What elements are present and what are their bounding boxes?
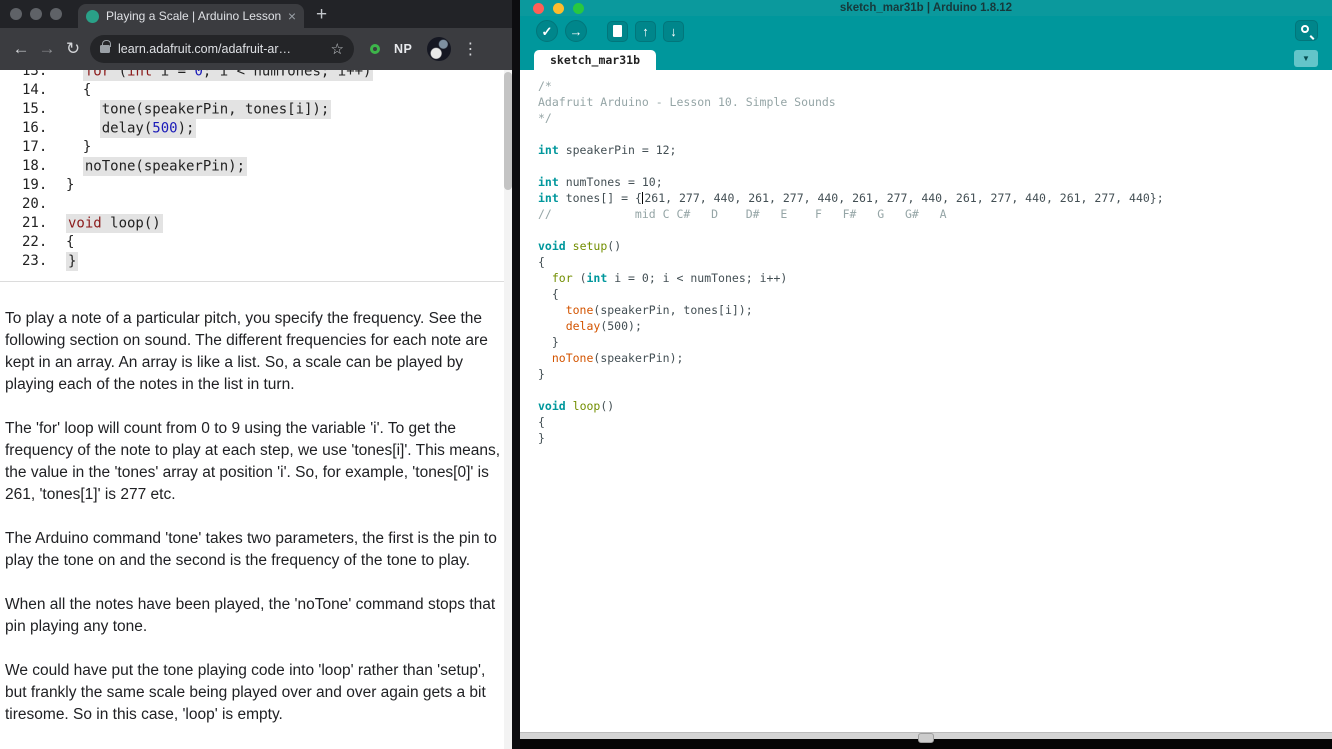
code-editor[interactable]: /* Adafruit Arduino - Lesson 10. Simple S…	[520, 70, 1332, 732]
line-number: 21.	[22, 215, 48, 231]
article-paragraph: We could have put the tone playing code …	[5, 662, 486, 723]
console-divider[interactable]	[520, 732, 1332, 743]
line-number: 20.	[22, 196, 48, 212]
editor-line[interactable]: */	[538, 110, 1332, 126]
arduino-ide-window: sketch_mar31b | Arduino 1.8.12 ✓ → ↑ ↓ s…	[520, 0, 1332, 749]
tab-favicon-icon	[86, 9, 99, 23]
article-code-line: 23.}	[22, 251, 79, 271]
editor-line[interactable]: {	[538, 254, 1332, 270]
extension-np-badge[interactable]: NP	[394, 42, 412, 56]
window-controls	[10, 8, 62, 20]
article-paragraph: The 'for' loop will count from 0 to 9 us…	[5, 420, 501, 503]
window-title: sketch_mar31b | Arduino 1.8.12	[839, 2, 1013, 14]
browser-tab[interactable]: Playing a Scale | Arduino Lesson ×	[78, 4, 304, 28]
zoom-window-button[interactable]	[50, 8, 62, 20]
bookmark-star-icon[interactable]: ☆	[331, 40, 344, 58]
editor-line[interactable]: {	[538, 286, 1332, 302]
open-sketch-button[interactable]: ↑	[635, 20, 656, 42]
editor-line[interactable]	[538, 158, 1332, 174]
editor-line[interactable]: for (int i = 0; i < numTones; i++)	[538, 270, 1332, 286]
article-code-line: 21. void loop()	[22, 213, 163, 233]
article-code-line: 13. for (int i = 0; i < numTones; i++)	[0, 70, 512, 81]
editor-line[interactable]: }	[538, 334, 1332, 350]
editor-line[interactable]: int tones[] = {261, 277, 440, 261, 277, …	[538, 190, 1332, 206]
address-bar[interactable]: learn.adafruit.com/adafruit-ar… ☆	[90, 35, 354, 63]
editor-line[interactable]: }	[538, 430, 1332, 446]
editor-line[interactable]: delay(500);	[538, 318, 1332, 334]
tab-title: Playing a Scale | Arduino Lesson	[106, 9, 282, 23]
document-icon	[613, 25, 622, 37]
lock-icon	[100, 40, 111, 53]
reload-button[interactable]: ↻	[60, 39, 86, 59]
upload-button[interactable]: →	[565, 20, 587, 42]
browser-menu-button[interactable]: ⋮	[462, 39, 478, 59]
line-number: 15.	[22, 101, 48, 117]
browser-toolbar: ← → ↻ learn.adafruit.com/adafruit-ar… ☆ …	[0, 28, 512, 70]
editor-line[interactable]: // mid C C# D D# E F F# G G# A	[538, 206, 1332, 222]
editor-line[interactable]: tone(speakerPin, tones[i]);	[538, 302, 1332, 318]
ide-tab-bar: sketch_mar31b ▼	[520, 46, 1332, 70]
new-sketch-button[interactable]	[607, 20, 628, 42]
article-paragraph: To play a note of a particular pitch, yo…	[5, 310, 488, 393]
back-button[interactable]: ←	[8, 39, 34, 59]
tab-close-icon[interactable]: ×	[288, 9, 296, 23]
article-code-line: 16. delay(500);	[22, 118, 197, 138]
article-code-line: 19.}	[22, 177, 75, 193]
divider-grip-handle[interactable]	[918, 733, 934, 743]
page-content: 13. for (int i = 0; i < numTones; i++) 14…	[0, 70, 512, 749]
desktop: Playing a Scale | Arduino Lesson × + ← →…	[0, 0, 1332, 749]
magnifier-icon	[1301, 25, 1309, 33]
article-paragraph: The Arduino command 'tone' takes two par…	[5, 530, 497, 569]
profile-avatar[interactable]	[427, 37, 452, 61]
article-code-line: 18. noTone(speakerPin);	[22, 156, 248, 176]
tab-list-button[interactable]: ▼	[1294, 50, 1318, 67]
article-code-line: 17. }	[22, 139, 92, 155]
line-number: 13.	[22, 70, 48, 79]
line-number: 22.	[22, 234, 48, 250]
article-code-block: 13. for (int i = 0; i < numTones; i++) 14…	[0, 70, 512, 282]
editor-line[interactable]	[538, 382, 1332, 398]
url-text: learn.adafruit.com/adafruit-ar…	[118, 42, 291, 56]
line-number: 16.	[22, 120, 48, 136]
page-scrollbar[interactable]	[504, 70, 512, 749]
minimize-window-button[interactable]	[30, 8, 42, 20]
verify-button[interactable]: ✓	[536, 20, 558, 42]
serial-monitor-button[interactable]	[1295, 20, 1318, 41]
article-code-line: 15. tone(speakerPin, tones[i]);	[22, 99, 332, 119]
new-tab-button[interactable]: +	[316, 5, 327, 24]
editor-line[interactable]: int numTones = 10;	[538, 174, 1332, 190]
editor-line[interactable]	[538, 126, 1332, 142]
forward-button[interactable]: →	[34, 39, 60, 59]
article-code-line: 14. {	[22, 82, 92, 98]
sketch-tab-label: sketch_mar31b	[550, 53, 641, 67]
editor-line[interactable]: Adafruit Arduino - Lesson 10. Simple Sou…	[538, 94, 1332, 110]
close-window-button[interactable]	[10, 8, 22, 20]
line-number: 14.	[22, 82, 48, 98]
article-code-line: 22.{	[22, 234, 75, 250]
editor-line[interactable]: void loop()	[538, 398, 1332, 414]
ide-title-bar: sketch_mar31b | Arduino 1.8.12	[520, 0, 1332, 16]
extension-green-icon[interactable]	[370, 44, 380, 54]
save-sketch-button[interactable]: ↓	[663, 20, 684, 42]
browser-tab-strip: Playing a Scale | Arduino Lesson × +	[0, 0, 512, 28]
line-number: 17.	[22, 139, 48, 155]
editor-line[interactable]: {	[538, 414, 1332, 430]
article-paragraph: When all the notes have been played, the…	[5, 596, 496, 635]
line-number: 19.	[22, 177, 48, 193]
editor-line[interactable]: /*	[538, 78, 1332, 94]
browser-window: Playing a Scale | Arduino Lesson × + ← →…	[0, 0, 512, 749]
editor-line[interactable]: }	[538, 366, 1332, 382]
article-text: To play a note of a particular pitch, yo…	[0, 282, 512, 726]
scrollbar-thumb[interactable]	[504, 72, 512, 190]
sketch-tab[interactable]: sketch_mar31b	[534, 50, 657, 70]
ide-toolbar: ✓ → ↑ ↓	[520, 16, 1332, 46]
chevron-down-icon: ▼	[1302, 54, 1310, 63]
editor-line[interactable]	[538, 222, 1332, 238]
editor-line[interactable]: void setup()	[538, 238, 1332, 254]
editor-line[interactable]: noTone(speakerPin);	[538, 350, 1332, 366]
line-number: 23.	[22, 253, 48, 269]
editor-line[interactable]: int speakerPin = 12;	[538, 142, 1332, 158]
line-number: 18.	[22, 158, 48, 174]
article-code-line: 20.	[0, 195, 512, 214]
